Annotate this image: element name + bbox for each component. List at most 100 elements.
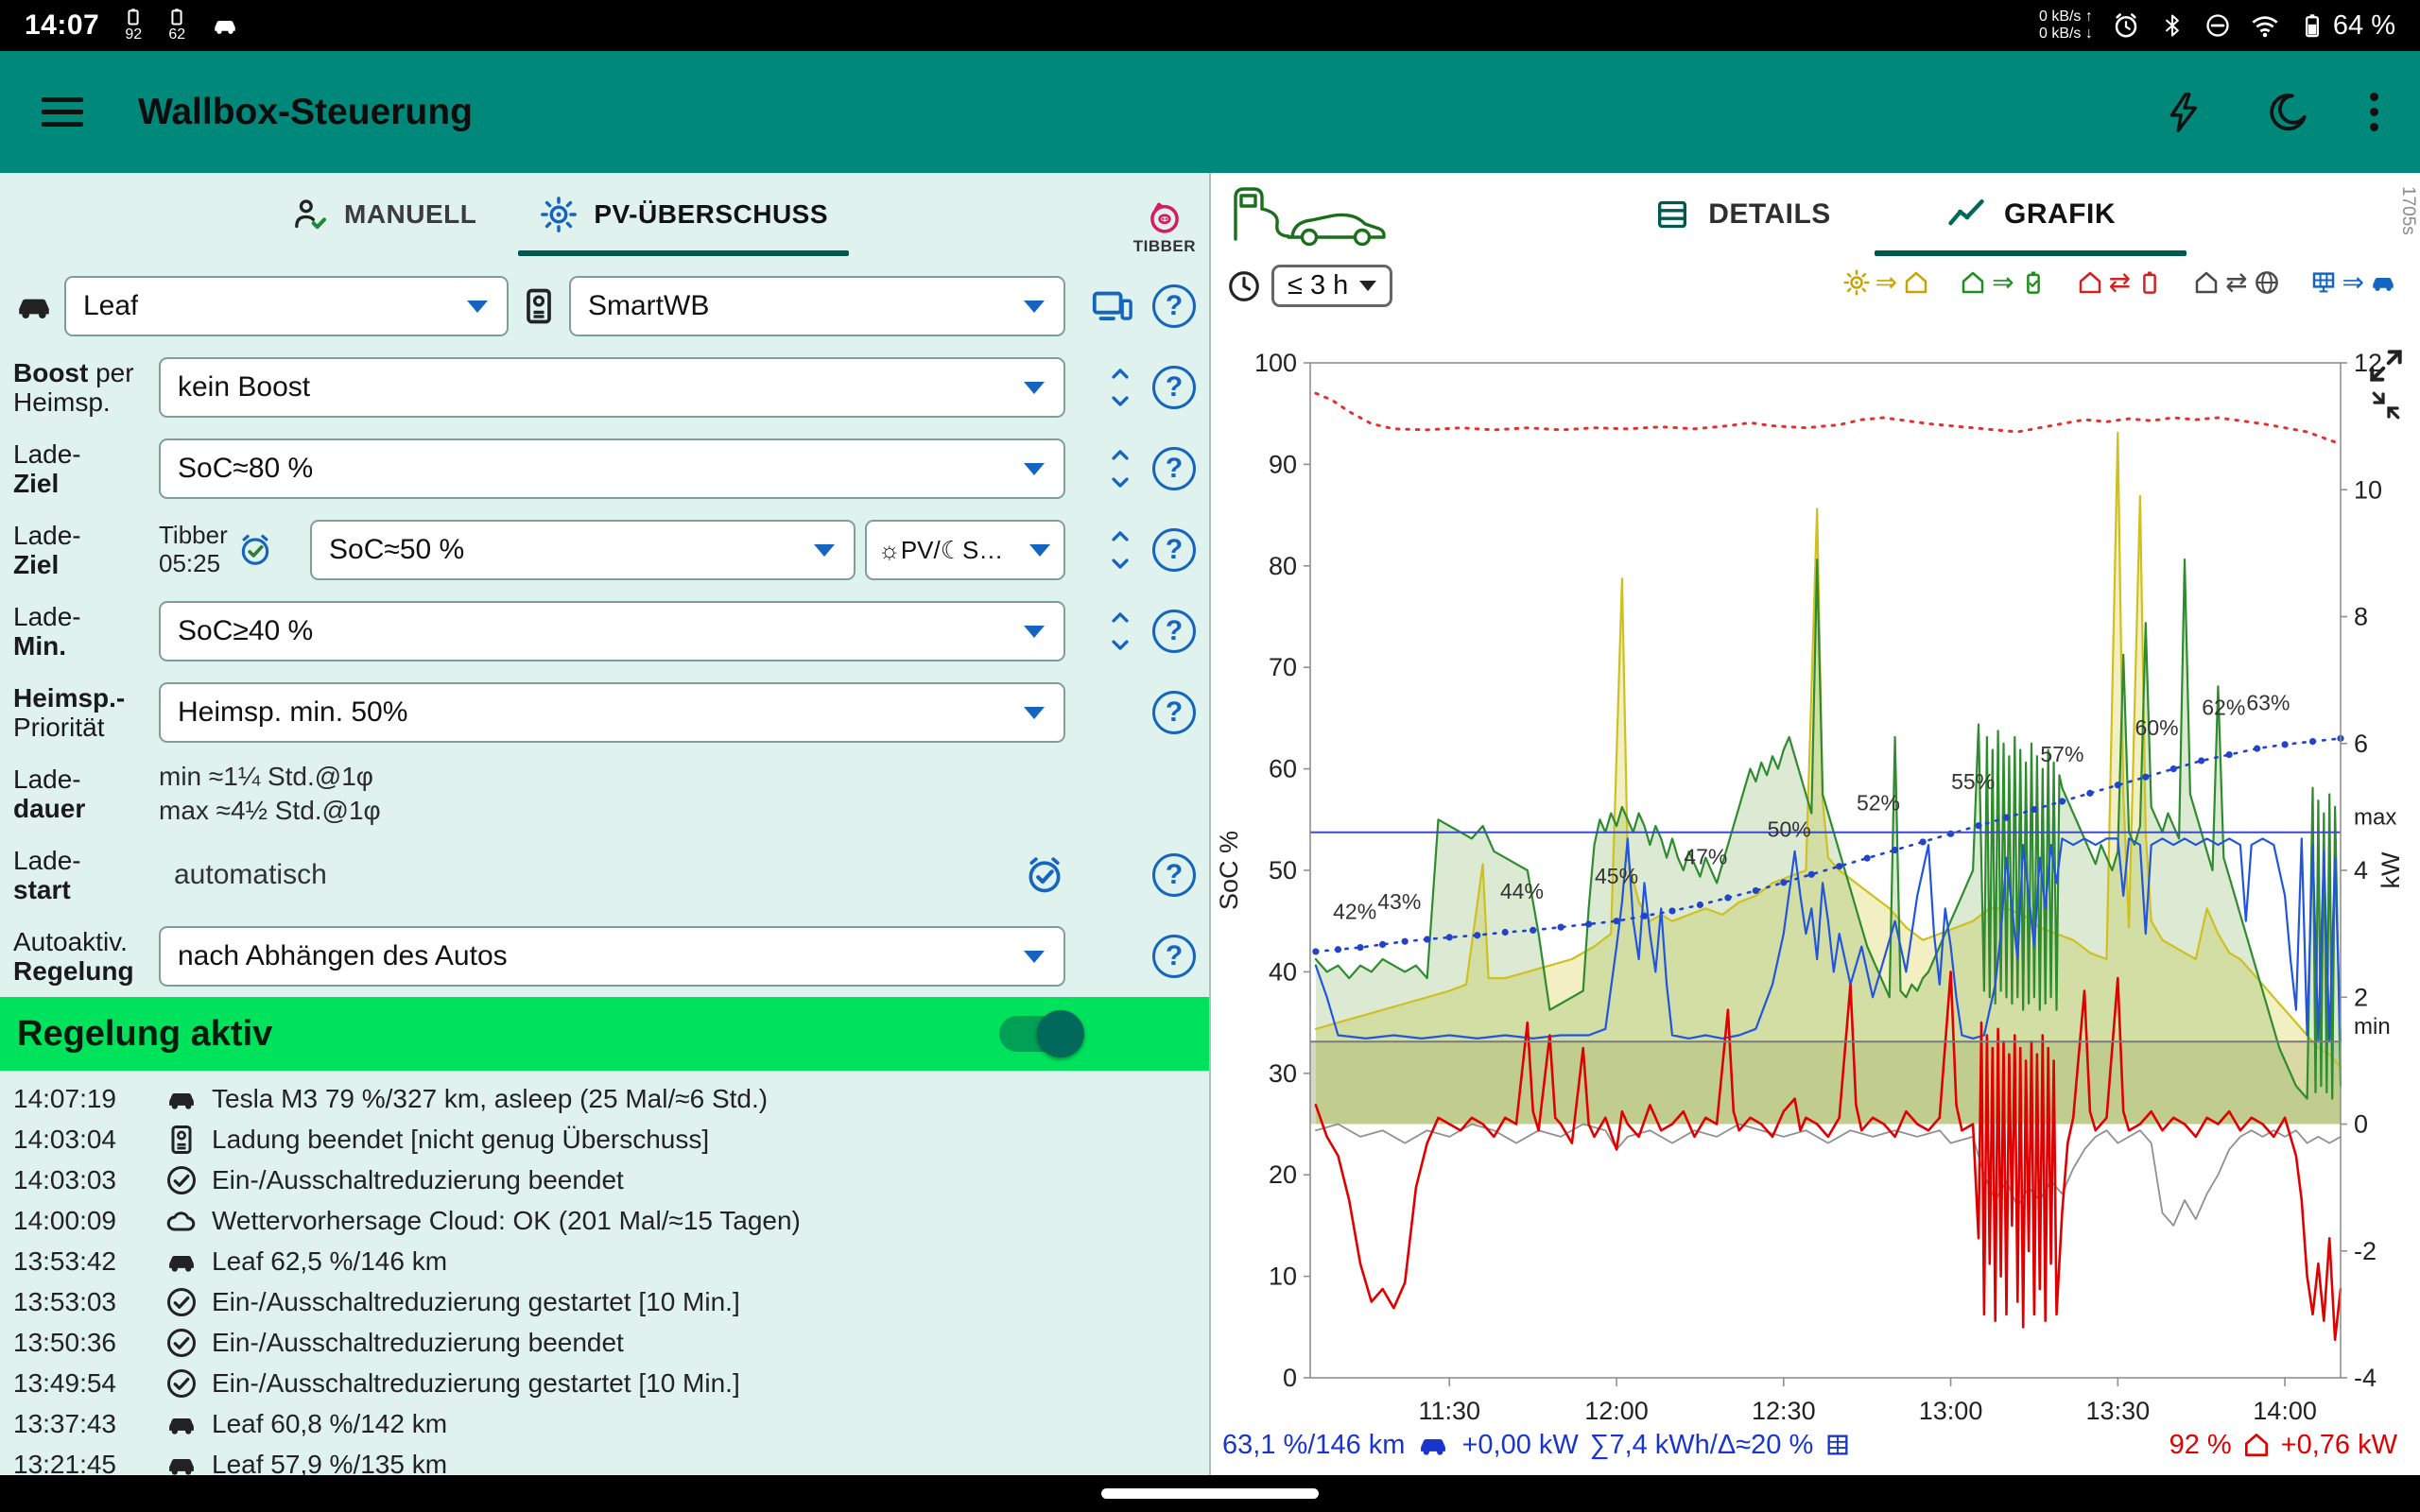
chart-canvas[interactable]: 0102030405060708090100-4-2024681012maxmi…	[1213, 315, 2420, 1430]
log-entry[interactable]: 14:03:04Ladung beendet [nicht genug Über…	[13, 1119, 1203, 1160]
globe-icon	[2253, 268, 2281, 297]
chevron-down-icon[interactable]	[1107, 387, 1133, 414]
charge-duration-value: min ≈1¼ Std.@1φ max ≈4½ Std.@1φ	[159, 760, 381, 828]
svg-text:0: 0	[1283, 1364, 1297, 1392]
log-message: Tesla M3 79 %/327 km, asleep (25 Mal/≈6 …	[212, 1084, 768, 1114]
tab-details[interactable]: DETAILS	[1619, 173, 1865, 256]
svg-text:70: 70	[1269, 653, 1297, 681]
log-message: Wettervorhersage Cloud: OK (201 Mal/≈15 …	[212, 1206, 801, 1236]
legend-house-battery[interactable]: ⇄	[2076, 268, 2164, 297]
svg-text:55%: 55%	[1951, 769, 1995, 794]
help-button[interactable]: ?	[1152, 610, 1196, 653]
tab-manuell[interactable]: MANUELL	[265, 173, 503, 256]
log-entry[interactable]: 13:49:54Ein-/Ausschaltreduzierung gestar…	[13, 1363, 1203, 1403]
tibber-schedule: Tibber 05:25	[159, 522, 301, 578]
chevron-down-icon	[467, 301, 488, 313]
chevron-up-icon[interactable]	[1107, 361, 1133, 387]
legend-house-batterycheck[interactable]: ⇒	[1959, 268, 2047, 297]
svg-text:max: max	[2354, 805, 2396, 831]
session-timer: 1705s	[2397, 186, 2418, 235]
chevron-down-icon	[1024, 626, 1045, 638]
svg-text:12:00: 12:00	[1584, 1397, 1649, 1425]
scheduled-check-icon	[237, 532, 273, 568]
flash-icon[interactable]	[2162, 91, 2205, 134]
boost-select[interactable]: kein Boost	[159, 357, 1065, 418]
help-button[interactable]: ?	[1152, 447, 1196, 490]
help-button[interactable]: ?	[1152, 935, 1196, 978]
svg-text:62%: 62%	[2202, 696, 2245, 720]
vehicle-select[interactable]: Leaf	[64, 276, 509, 336]
time-range-control: ≤ 3 h	[1226, 265, 1392, 307]
wallbox-select[interactable]: SmartWB	[569, 276, 1065, 336]
boost-stepper[interactable]	[1107, 361, 1133, 414]
home-pill[interactable]	[1101, 1488, 1319, 1499]
check-circle-icon	[164, 1366, 199, 1400]
chevron-up-icon[interactable]	[1107, 605, 1133, 631]
tibber-mode-select[interactable]: ☼PV/☾Smart	[865, 520, 1065, 580]
auto-start-timer-icon[interactable]	[1024, 854, 1065, 896]
log-timestamp: 13:37:43	[13, 1409, 151, 1439]
svg-text:100: 100	[1254, 349, 1297, 377]
check-circle-icon	[164, 1285, 199, 1319]
legend-sun-house[interactable]: ⇒	[1842, 268, 1930, 297]
legend-panel-car[interactable]: ⇒	[2309, 268, 2397, 297]
help-button[interactable]: ?	[1152, 853, 1196, 897]
alarm-status-icon	[2112, 11, 2140, 40]
log-entry[interactable]: 13:37:43Leaf 60,8 %/142 km	[13, 1403, 1203, 1444]
charge-start-row: Lade-start automatisch ?	[0, 834, 1209, 916]
log-entry[interactable]: 13:53:03Ein-/Ausschaltreduzierung gestar…	[13, 1281, 1203, 1322]
right-tab-bar: DETAILS GRAFIK 1705s	[1213, 173, 2420, 256]
charge-min-select[interactable]: SoC≥40 %	[159, 601, 1065, 662]
time-range-select[interactable]: ≤ 3 h	[1271, 265, 1392, 307]
screen-cast-icon[interactable]	[1090, 284, 1133, 328]
tab-grafik[interactable]: GRAFIK	[1875, 173, 2187, 256]
chart-area: 0102030405060708090100-4-2024681012maxmi…	[1213, 315, 2420, 1430]
charge-target-label: Lade-Ziel	[13, 439, 149, 499]
charge-min-stepper[interactable]	[1107, 605, 1133, 658]
svg-text:63%: 63%	[2246, 690, 2290, 714]
legend-house-globe[interactable]: ⇄	[2192, 268, 2280, 297]
chevron-up-icon[interactable]	[1107, 442, 1133, 469]
auto-activation-select[interactable]: nach Abhängen des Autos	[159, 926, 1065, 987]
auto-activation-row: Autoaktiv.Regelung nach Abhängen des Aut…	[0, 916, 1209, 997]
log-entry[interactable]: 14:00:09Wettervorhersage Cloud: OK (201 …	[13, 1200, 1203, 1241]
tibber-target-select[interactable]: SoC≈50 %	[310, 520, 856, 580]
chevron-down-icon[interactable]	[1107, 550, 1133, 576]
tab-pv-ueberschuss[interactable]: PV-ÜBERSCHUSS	[512, 173, 855, 256]
overflow-menu-icon[interactable]	[2370, 93, 2378, 131]
fullscreen-controls	[2365, 345, 2407, 422]
charge-target-stepper[interactable]	[1107, 442, 1133, 495]
line-chart-icon	[1945, 194, 1987, 235]
house-icon	[2076, 268, 2104, 297]
chevron-down-icon[interactable]	[1107, 631, 1133, 658]
tibber-button[interactable]: TIBBER	[1133, 198, 1196, 256]
tibber-target-stepper[interactable]	[1107, 524, 1133, 576]
page-title: Wallbox-Steuerung	[138, 92, 473, 133]
details-icon	[1653, 196, 1691, 233]
wallbox-icon	[164, 1123, 199, 1157]
expand-icon[interactable]	[2365, 345, 2407, 387]
svg-text:43%: 43%	[1377, 889, 1421, 914]
help-button[interactable]: ?	[1152, 528, 1196, 572]
help-button[interactable]: ?	[1152, 284, 1196, 328]
battery-notification-icon	[167, 8, 186, 26]
log-entry[interactable]: 14:07:19Tesla M3 79 %/327 km, asleep (25…	[13, 1078, 1203, 1119]
chevron-down-icon[interactable]	[1107, 469, 1133, 495]
log-entry[interactable]: 13:50:36Ein-/Ausschaltreduzierung beende…	[13, 1322, 1203, 1363]
chevron-down-icon	[1024, 382, 1045, 394]
log-entry[interactable]: 13:53:42Leaf 62,5 %/146 km	[13, 1241, 1203, 1281]
charge-target-select[interactable]: SoC≈80 %	[159, 438, 1065, 499]
regulation-toggle[interactable]	[999, 1016, 1080, 1052]
help-button[interactable]: ?	[1152, 691, 1196, 734]
chevron-up-icon[interactable]	[1107, 524, 1133, 550]
menu-icon[interactable]	[42, 97, 83, 127]
settings-form: Leaf SmartWB ? Boost per Heimsp. kei	[0, 266, 1209, 997]
svg-text:20: 20	[1269, 1160, 1297, 1189]
log-entry[interactable]: 14:03:03Ein-/Ausschaltreduzierung beende…	[13, 1160, 1203, 1200]
help-button[interactable]: ?	[1152, 366, 1196, 409]
svg-text:42%: 42%	[1333, 900, 1376, 924]
dark-mode-icon[interactable]	[2266, 91, 2309, 134]
table-icon[interactable]	[1824, 1432, 1851, 1458]
home-storage-priority-select[interactable]: Heimsp. min. 50%	[159, 682, 1065, 743]
collapse-icon[interactable]	[2369, 388, 2403, 422]
